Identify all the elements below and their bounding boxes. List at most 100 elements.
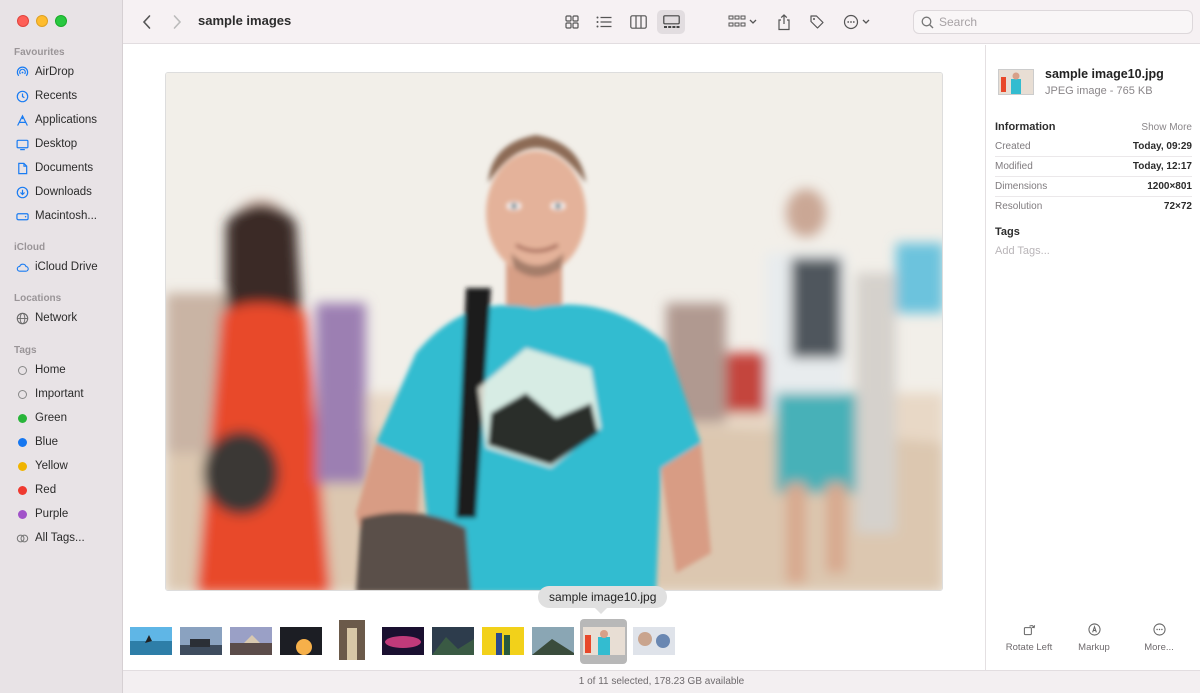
tags-heading: Tags — [995, 226, 1020, 238]
add-tags-field[interactable] — [995, 245, 1185, 257]
sidebar-heading-icloud: iCloud — [14, 242, 46, 253]
tag-purple-dot-icon — [16, 508, 29, 521]
info-value: Today, 09:29 — [1132, 141, 1192, 152]
thumbnail-11[interactable] — [633, 627, 675, 655]
sidebar: Favourites AirDrop Recents Applications … — [0, 0, 123, 693]
thumbnail-9[interactable] — [532, 627, 574, 655]
gallery-icon — [662, 15, 680, 28]
zoom-button[interactable] — [55, 15, 67, 27]
rotate-left-icon — [1023, 625, 1035, 636]
info-key: Dimensions — [995, 181, 1048, 192]
thumbnail-10-selected[interactable] — [583, 627, 625, 655]
sidebar-tag-all[interactable]: All Tags... — [0, 526, 123, 550]
sidebar-item-documents[interactable]: Documents — [0, 156, 123, 180]
list-view-button[interactable] — [591, 10, 617, 34]
more-actions-label: More... — [1144, 642, 1174, 653]
search-icon — [921, 16, 934, 28]
sidebar-item-label: Red — [35, 484, 57, 496]
disk-icon — [16, 210, 29, 223]
search-input[interactable] — [939, 15, 1179, 29]
back-button[interactable] — [137, 10, 157, 34]
sidebar-tag-blue[interactable]: Blue — [0, 430, 123, 454]
cloud-icon — [16, 261, 29, 274]
sidebar-item-icloud-drive[interactable]: iCloud Drive — [0, 255, 123, 279]
sidebar-item-downloads[interactable]: Downloads — [0, 180, 123, 204]
sidebar-tag-important[interactable]: Important — [0, 382, 123, 406]
sidebar-heading-tags: Tags — [14, 345, 37, 356]
share-button[interactable] — [773, 10, 795, 34]
tag-hollow-dot-icon — [16, 388, 29, 401]
close-button[interactable] — [17, 15, 29, 27]
sidebar-item-label: Important — [35, 388, 84, 400]
sidebar-tag-red[interactable]: Red — [0, 478, 123, 502]
sidebar-tag-green[interactable]: Green — [0, 406, 123, 430]
list-icon — [596, 16, 612, 28]
thumbnail-5[interactable] — [339, 620, 365, 660]
gallery-pane: sample image10.jpg — [123, 45, 985, 670]
desktop-icon — [16, 138, 29, 151]
thumbnail-2[interactable] — [180, 627, 222, 655]
tag-blue-dot-icon — [16, 436, 29, 449]
column-view-button[interactable] — [625, 10, 651, 34]
airdrop-icon — [16, 66, 29, 79]
sidebar-locations: Locations Network — [0, 292, 123, 330]
sidebar-item-desktop[interactable]: Desktop — [0, 132, 123, 156]
sidebar-item-macintosh[interactable]: Macintosh... — [0, 204, 123, 228]
info-row-dimensions: Dimensions 1200×801 — [995, 177, 1192, 197]
minimize-button[interactable] — [36, 15, 48, 27]
share-icon — [778, 13, 790, 30]
thumbnail-3[interactable] — [230, 627, 272, 655]
sidebar-tags: Tags Home Important Green Blue Yellow Re… — [0, 344, 123, 550]
tag-yellow-dot-icon — [16, 460, 29, 473]
sidebar-item-airdrop[interactable]: AirDrop — [0, 60, 123, 84]
clock-icon — [16, 90, 29, 103]
thumbnail-6[interactable] — [382, 627, 424, 655]
show-more-link[interactable]: Show More — [1141, 122, 1192, 133]
sidebar-item-recents[interactable]: Recents — [0, 84, 123, 108]
ellipsis-circle-icon — [843, 14, 870, 30]
thumbnail-7[interactable] — [432, 627, 474, 655]
thumbnail-8[interactable] — [482, 627, 524, 655]
tag-button[interactable] — [806, 10, 828, 34]
sidebar-item-label: Applications — [35, 114, 98, 126]
document-icon — [16, 162, 29, 175]
rotate-left-button[interactable]: Rotate Left — [996, 623, 1062, 653]
more-actions-button[interactable]: More... — [1126, 623, 1192, 653]
sidebar-item-network[interactable]: Network — [0, 306, 123, 330]
sidebar-tag-home[interactable]: Home — [0, 358, 123, 382]
image-preview[interactable] — [165, 72, 943, 591]
sidebar-item-label: Desktop — [35, 138, 78, 150]
thumbnail-1[interactable] — [130, 627, 172, 655]
sidebar-item-label: Macintosh... — [35, 210, 97, 222]
tag-hollow-dot-icon — [16, 364, 29, 377]
window-title: sample images — [198, 13, 292, 28]
sidebar-tag-yellow[interactable]: Yellow — [0, 454, 123, 478]
thumbnail-4[interactable] — [280, 627, 322, 655]
photo-man-in-crowd — [166, 73, 942, 590]
sidebar-tag-purple[interactable]: Purple — [0, 502, 123, 526]
action-button[interactable] — [841, 10, 875, 34]
markup-label: Markup — [1078, 642, 1110, 653]
forward-button[interactable] — [167, 10, 187, 34]
sidebar-item-label: Home — [35, 364, 66, 376]
sidebar-heading-locations: Locations — [14, 293, 62, 304]
sidebar-item-label: Network — [35, 312, 78, 324]
sidebar-item-label: Purple — [35, 508, 69, 520]
traffic-lights — [17, 15, 67, 27]
sidebar-item-label: Downloads — [35, 186, 92, 198]
columns-icon — [629, 15, 647, 29]
markup-button[interactable]: Markup — [1061, 623, 1127, 653]
gallery-view-button[interactable] — [657, 10, 685, 34]
group-button[interactable] — [725, 10, 761, 34]
info-row-modified: Modified Today, 12:17 — [995, 157, 1192, 177]
all-tags-icon — [16, 532, 29, 545]
grid-icon — [565, 15, 579, 29]
info-value: 1200×801 — [1147, 181, 1192, 192]
sidebar-item-label: AirDrop — [35, 66, 74, 78]
tag-red-dot-icon — [16, 484, 29, 497]
search-field[interactable] — [913, 10, 1193, 34]
sidebar-item-applications[interactable]: Applications — [0, 108, 123, 132]
status-bar: 1 of 11 selected, 178.23 GB available — [123, 670, 1200, 693]
inspector-pane: sample image10.jpg JPEG image - 765 KB I… — [985, 45, 1200, 670]
icon-view-button[interactable] — [559, 10, 585, 34]
